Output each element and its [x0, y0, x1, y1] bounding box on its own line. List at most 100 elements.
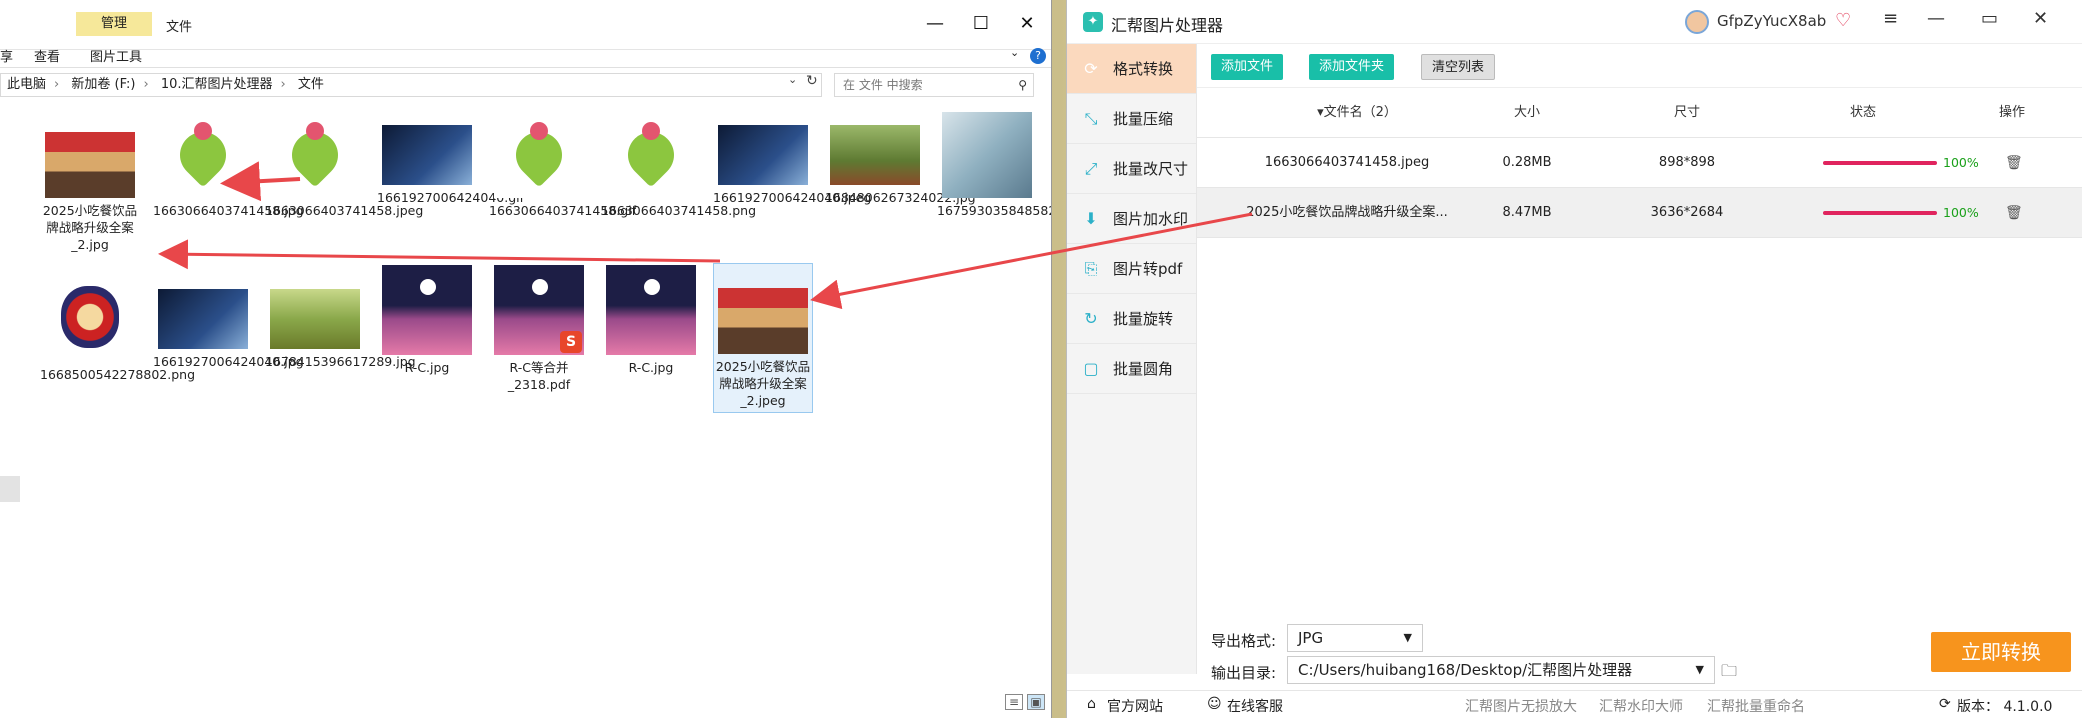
- file-grid: 2025小吃餐饮品牌战略升级全案_2.jpg 1663066403741458.…: [0, 100, 1051, 690]
- nav-pane-scroll[interactable]: [0, 476, 20, 502]
- ribbon-tab-file[interactable]: 文件: [166, 16, 192, 35]
- row-size: 0.28MB: [1502, 155, 1552, 170]
- footer-link-rename[interactable]: 汇帮批量重命名: [1707, 696, 1805, 716]
- ribbon-tab-picture-tools[interactable]: 图片工具: [90, 46, 142, 65]
- file-name: 1668500542278802.png: [40, 367, 196, 382]
- sidebar-item-label: 批量旋转: [1113, 310, 1174, 328]
- sidebar: ⟳ 格式转换 ⤡ 批量压缩 ⤢ 批量改尺寸 ⬇ 图片加水印 ⎘ 图片转pdf ↻…: [1067, 44, 1197, 674]
- breadcrumb-drive[interactable]: 新加卷 (F:): [71, 77, 135, 92]
- official-site-link[interactable]: 官方网站: [1107, 696, 1163, 716]
- breadcrumb-folder[interactable]: 10.汇帮图片处理器: [161, 77, 273, 92]
- minimize-icon[interactable]: —: [1927, 8, 1945, 29]
- file-name: 1663066403741458.gif: [489, 203, 637, 218]
- clear-list-button[interactable]: 清空列表: [1421, 54, 1496, 80]
- file-item-selected[interactable]: 2025小吃餐饮品牌战略升级全案_2.jpeg: [713, 263, 813, 413]
- thumbnail: [830, 125, 920, 185]
- add-folder-button[interactable]: 添加文件夹: [1309, 54, 1395, 80]
- footer-link-watermark[interactable]: 汇帮水印大师: [1599, 696, 1683, 716]
- thumbnail: [718, 288, 808, 354]
- file-item[interactable]: 1661927006424040.gif: [377, 112, 524, 206]
- details-view-icon[interactable]: ≡: [1005, 694, 1023, 710]
- search-input[interactable]: 在 文件 中搜索 ⚲: [834, 73, 1034, 97]
- address-bar[interactable]: 此电脑 › 新加卷 (F:) › 10.汇帮图片处理器 › 文件: [0, 73, 822, 97]
- delete-icon[interactable]: 🗑: [2005, 138, 2023, 188]
- footer-link-upscale[interactable]: 汇帮图片无损放大: [1465, 696, 1577, 716]
- thumbnail: [606, 112, 696, 198]
- table-row[interactable]: 1663066403741458.jpeg 0.28MB 898*898 100…: [1197, 138, 2082, 188]
- sidebar-item-watermark[interactable]: ⬇ 图片加水印: [1067, 194, 1196, 244]
- breadcrumb-current[interactable]: 文件: [298, 77, 324, 92]
- table-row[interactable]: 2025小吃餐饮品牌战略升级全案... 8.47MB 3636*2684 100…: [1197, 188, 2082, 238]
- app-logo-icon: ✦: [1083, 12, 1103, 32]
- large-icons-view-icon[interactable]: ▣: [1027, 694, 1045, 710]
- file-item[interactable]: 1661927006424040.jpg: [153, 276, 304, 370]
- update-icon[interactable]: ⟳: [1939, 696, 1951, 712]
- thumbnail: [382, 265, 472, 355]
- thumbnail: [158, 112, 248, 198]
- file-item[interactable]: 2025小吃餐饮品牌战略升级全案_2.jpg: [40, 132, 140, 253]
- pdf-app-icon: S: [560, 331, 582, 353]
- row-filename: 1663066403741458.jpeg: [1264, 155, 1430, 170]
- search-icon[interactable]: ⚲: [1018, 74, 1027, 96]
- file-item[interactable]: 1678415396617289.jpg: [265, 276, 416, 370]
- sidebar-item-rotate[interactable]: ↻ 批量旋转: [1067, 294, 1196, 344]
- home-icon[interactable]: ⌂: [1087, 696, 1096, 712]
- address-dropdown-icon[interactable]: ⌄: [788, 73, 797, 86]
- delete-icon[interactable]: 🗑: [2005, 188, 2023, 238]
- ribbon-collapse-icon[interactable]: ⌄: [1010, 46, 1019, 59]
- file-item[interactable]: 1663066403741458.png: [601, 112, 756, 219]
- sidebar-item-resize[interactable]: ⤢ 批量改尺寸: [1067, 144, 1196, 194]
- file-item[interactable]: 1668500542278802.png: [40, 276, 196, 383]
- ribbon-tab-manage[interactable]: 管理: [76, 12, 152, 36]
- file-item[interactable]: 1663066403741458.gif: [489, 112, 637, 219]
- online-support-link[interactable]: 在线客服: [1227, 696, 1283, 716]
- refresh-icon[interactable]: ↻: [806, 73, 818, 89]
- add-file-button[interactable]: 添加文件: [1211, 54, 1284, 80]
- output-dir-select[interactable]: C:/Users/huibang168/Desktop/汇帮图片处理器 ▼: [1287, 656, 1715, 684]
- app-titlebar: ✦ 汇帮图片处理器 GfpZyYucX8ab ♡ ≡ — ▭ ✕: [1067, 0, 2082, 44]
- file-name: 2025小吃餐饮品牌战略升级全案_2.jpeg: [715, 359, 811, 408]
- sidebar-item-format-convert[interactable]: ⟳ 格式转换: [1067, 44, 1196, 94]
- close-icon[interactable]: ✕: [1012, 10, 1042, 38]
- file-item[interactable]: 1675930358485826.jpg: [937, 112, 1051, 219]
- thumbnail: [45, 276, 135, 362]
- file-item[interactable]: 1684806267324022.jpg: [825, 112, 976, 206]
- breadcrumb-pc[interactable]: 此电脑: [7, 77, 46, 92]
- support-icon[interactable]: ☺: [1207, 696, 1222, 712]
- minimize-icon[interactable]: —: [920, 10, 950, 38]
- maximize-icon[interactable]: ☐: [966, 10, 996, 38]
- file-item[interactable]: R-C.jpg: [601, 265, 701, 376]
- export-format-value: JPG: [1298, 629, 1324, 647]
- folder-icon[interactable]: 🗀: [1721, 660, 1737, 687]
- vip-diamond-icon[interactable]: ♡: [1835, 10, 1851, 31]
- round-corner-icon: ▢: [1083, 359, 1099, 378]
- sidebar-item-label: 图片转pdf: [1113, 260, 1183, 278]
- maximize-icon[interactable]: ▭: [1981, 8, 1998, 29]
- close-icon[interactable]: ✕: [2033, 8, 2048, 29]
- sidebar-item-label: 批量圆角: [1113, 360, 1174, 378]
- thumbnail: S: [494, 265, 584, 355]
- file-name: R-C等合并_2318.pdf: [507, 360, 571, 392]
- col-filename[interactable]: ▾文件名（2）: [1267, 88, 1447, 138]
- help-icon[interactable]: ?: [1030, 48, 1046, 64]
- export-format-select[interactable]: JPG ▼: [1287, 624, 1423, 652]
- sidebar-item-round-corner[interactable]: ▢ 批量圆角: [1067, 344, 1196, 394]
- file-item[interactable]: 1661927006424040.jpeg: [713, 112, 871, 206]
- avatar[interactable]: [1685, 10, 1709, 34]
- file-item[interactable]: 1663066403741458.jpeg: [265, 112, 423, 219]
- username[interactable]: GfpZyYucX8ab: [1717, 12, 1826, 30]
- row-size: 8.47MB: [1502, 205, 1552, 220]
- pdf-icon: ⎘: [1084, 259, 1098, 278]
- file-item[interactable]: R-C.jpg: [377, 265, 477, 376]
- ribbon-tab-share[interactable]: 享: [0, 46, 13, 65]
- ribbon-tab-view[interactable]: 查看: [34, 46, 60, 65]
- sidebar-item-compress[interactable]: ⤡ 批量压缩: [1067, 94, 1196, 144]
- compress-icon: ⤡: [1084, 109, 1098, 128]
- sidebar-item-to-pdf[interactable]: ⎘ 图片转pdf: [1067, 244, 1196, 294]
- menu-icon[interactable]: ≡: [1883, 8, 1898, 29]
- file-item[interactable]: 1663066403741458.jpg: [153, 112, 304, 219]
- file-item[interactable]: S R-C等合并_2318.pdf: [489, 265, 589, 393]
- progress-bar: [1823, 161, 1937, 165]
- convert-now-button[interactable]: 立即转换: [1931, 632, 2071, 672]
- row-dimensions: 3636*2684: [1650, 205, 1724, 220]
